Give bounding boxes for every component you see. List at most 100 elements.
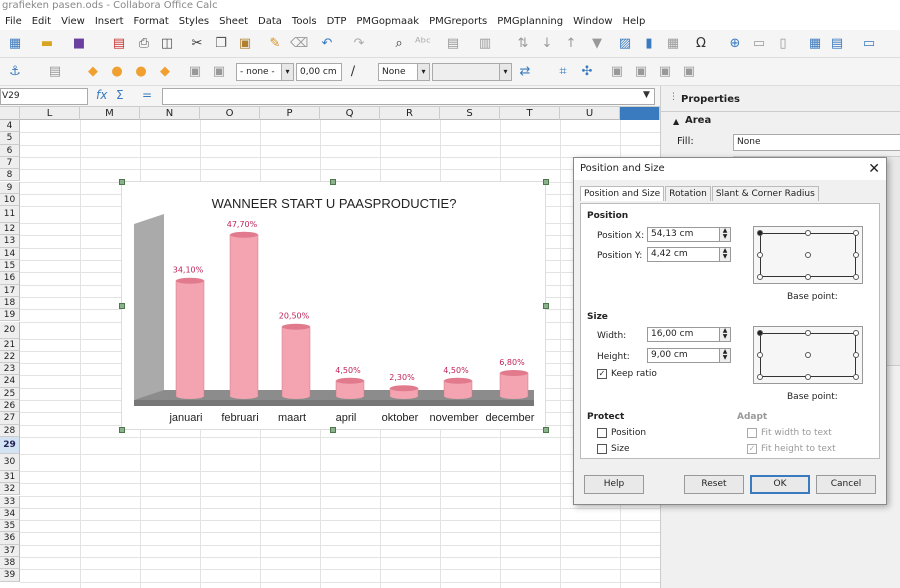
menu-tools[interactable]: Tools <box>287 14 322 30</box>
ungroup-icon[interactable]: ▣ <box>632 63 650 81</box>
resize-handle[interactable] <box>543 179 549 185</box>
crop-icon[interactable]: ⌗ <box>554 63 572 81</box>
row-header-26[interactable]: 26 <box>0 400 20 413</box>
base-point-center[interactable] <box>805 352 811 358</box>
column-header-S[interactable]: S <box>440 107 500 120</box>
enter-group-icon[interactable]: ▣ <box>656 63 674 81</box>
line-color-icon[interactable]: ∕ <box>344 63 362 81</box>
save-icon[interactable]: ■ <box>70 35 88 53</box>
group-icon[interactable]: ▣ <box>608 63 626 81</box>
sort-icon[interactable]: ⇅ <box>514 35 532 53</box>
menu-edit[interactable]: Edit <box>27 14 56 30</box>
insert-chart-icon[interactable]: ▮ <box>640 35 658 53</box>
define-print-area-icon[interactable]: ▦ <box>806 35 824 53</box>
resize-handle[interactable] <box>543 303 549 309</box>
keep-ratio-checkbox[interactable]: ✓ <box>597 369 607 379</box>
print-preview-icon[interactable]: ◫ <box>158 35 176 53</box>
menu-file[interactable]: File <box>0 14 27 30</box>
position-x-field[interactable]: 54,13 cm ▲ ▼ <box>647 227 731 242</box>
back-one-icon[interactable]: ● <box>132 63 150 81</box>
spin-arrows-icon[interactable]: ▲ ▼ <box>719 228 730 241</box>
function-wizard-icon[interactable]: fx <box>96 88 107 102</box>
undo-icon[interactable]: ↶ <box>318 35 336 53</box>
row-header-39[interactable]: 39 <box>0 569 20 582</box>
base-point-middle-right[interactable] <box>853 252 859 258</box>
row-header-17[interactable]: 17 <box>0 284 20 297</box>
size-base-point-selector[interactable] <box>753 326 863 384</box>
row-header-16[interactable]: 16 <box>0 272 20 285</box>
row-header-30[interactable]: 30 <box>0 453 20 471</box>
row-header-36[interactable]: 36 <box>0 532 20 545</box>
base-point-bottom-right[interactable] <box>853 274 859 280</box>
row-icon[interactable]: ▤ <box>444 35 462 53</box>
redo-icon[interactable]: ↷ <box>350 35 368 53</box>
resize-handle[interactable] <box>330 427 336 433</box>
row-header-19[interactable]: 19 <box>0 309 20 322</box>
column-header-U[interactable]: U <box>560 107 620 120</box>
fit-width-checkbox[interactable] <box>747 428 757 438</box>
row-header-14[interactable]: 14 <box>0 247 20 260</box>
chart-object[interactable]: WANNEER START U PAASPRODUCTIE? 34,10% janu… <box>121 181 546 430</box>
row-header-27[interactable]: 27 <box>0 412 20 425</box>
spin-arrows-icon[interactable]: ▲ ▼ <box>719 248 730 261</box>
copy-icon[interactable]: ❐ <box>212 35 230 53</box>
base-point-top-left[interactable] <box>757 330 763 336</box>
column-header-O[interactable]: O <box>200 107 260 120</box>
to-foreground-icon[interactable]: ▣ <box>186 63 204 81</box>
split-window-icon[interactable]: ▭ <box>860 35 878 53</box>
base-point-top-left[interactable] <box>757 230 763 236</box>
spin-arrows-icon[interactable]: ▲ ▼ <box>719 328 730 341</box>
align-icon[interactable]: ▤ <box>46 63 64 81</box>
menu-insert[interactable]: Insert <box>90 14 129 30</box>
menu-styles[interactable]: Styles <box>174 14 214 30</box>
ok-button[interactable]: OK <box>750 475 810 494</box>
menu-view[interactable]: View <box>56 14 90 30</box>
base-point-bottom-center[interactable] <box>805 274 811 280</box>
help-button[interactable]: Help <box>584 475 644 494</box>
comment-icon[interactable]: ▭ <box>750 35 768 53</box>
expand-formula-icon[interactable]: ▼ <box>643 90 650 100</box>
row-header-21[interactable]: 21 <box>0 338 20 351</box>
protect-size-checkbox[interactable] <box>597 444 607 454</box>
fill-dropdown[interactable]: None <box>733 134 900 151</box>
sum-icon[interactable]: Σ <box>116 88 124 102</box>
row-header-32[interactable]: 32 <box>0 483 20 496</box>
reset-button[interactable]: Reset <box>684 475 744 494</box>
row-header-23[interactable]: 23 <box>0 363 20 376</box>
sort-ascending-icon[interactable]: ↓ <box>538 35 556 53</box>
row-header-34[interactable]: 34 <box>0 507 20 521</box>
column-header-R[interactable]: R <box>380 107 440 120</box>
protect-position-checkbox[interactable] <box>597 428 607 438</box>
forward-one-icon[interactable]: ● <box>108 63 126 81</box>
row-header-6[interactable]: 6 <box>0 144 20 157</box>
collapse-area-icon[interactable]: ▲ <box>673 117 679 126</box>
menu-help[interactable]: Help <box>618 14 651 30</box>
exit-group-icon[interactable]: ▣ <box>680 63 698 81</box>
arrow-style-icon[interactable]: ⇄ <box>516 63 534 81</box>
row-header-28[interactable]: 28 <box>0 424 20 437</box>
row-header-35[interactable]: 35 <box>0 520 20 533</box>
base-point-bottom-right[interactable] <box>853 374 859 380</box>
spin-arrows-icon[interactable]: ▲ ▼ <box>719 349 730 362</box>
base-point-top-center[interactable] <box>805 230 811 236</box>
print-icon[interactable]: ⎙ <box>135 35 153 53</box>
row-header-8[interactable]: 8 <box>0 169 20 182</box>
row-header-33[interactable]: 33 <box>0 495 20 508</box>
row-header-12[interactable]: 12 <box>0 223 20 236</box>
column-header-M[interactable]: M <box>80 107 140 120</box>
row-header-25[interactable]: 25 <box>0 387 20 400</box>
bring-to-front-icon[interactable]: ◆ <box>84 63 102 81</box>
row-header-9[interactable]: 9 <box>0 181 20 194</box>
pivot-table-icon[interactable]: ▦ <box>664 35 682 53</box>
menu-window[interactable]: Window <box>568 14 617 30</box>
menu-dtp[interactable]: DTP <box>322 14 352 30</box>
column-header-L[interactable]: L <box>20 107 80 120</box>
area-fill-dropdown[interactable]: ▾ <box>432 63 512 81</box>
freeze-rows-icon[interactable]: ▤ <box>828 35 846 53</box>
column-header-V[interactable] <box>620 107 660 120</box>
row-header-10[interactable]: 10 <box>0 193 20 207</box>
base-point-bottom-left[interactable] <box>757 274 763 280</box>
base-point-bottom-left[interactable] <box>757 374 763 380</box>
menu-sheet[interactable]: Sheet <box>214 14 253 30</box>
base-point-top-right[interactable] <box>853 230 859 236</box>
